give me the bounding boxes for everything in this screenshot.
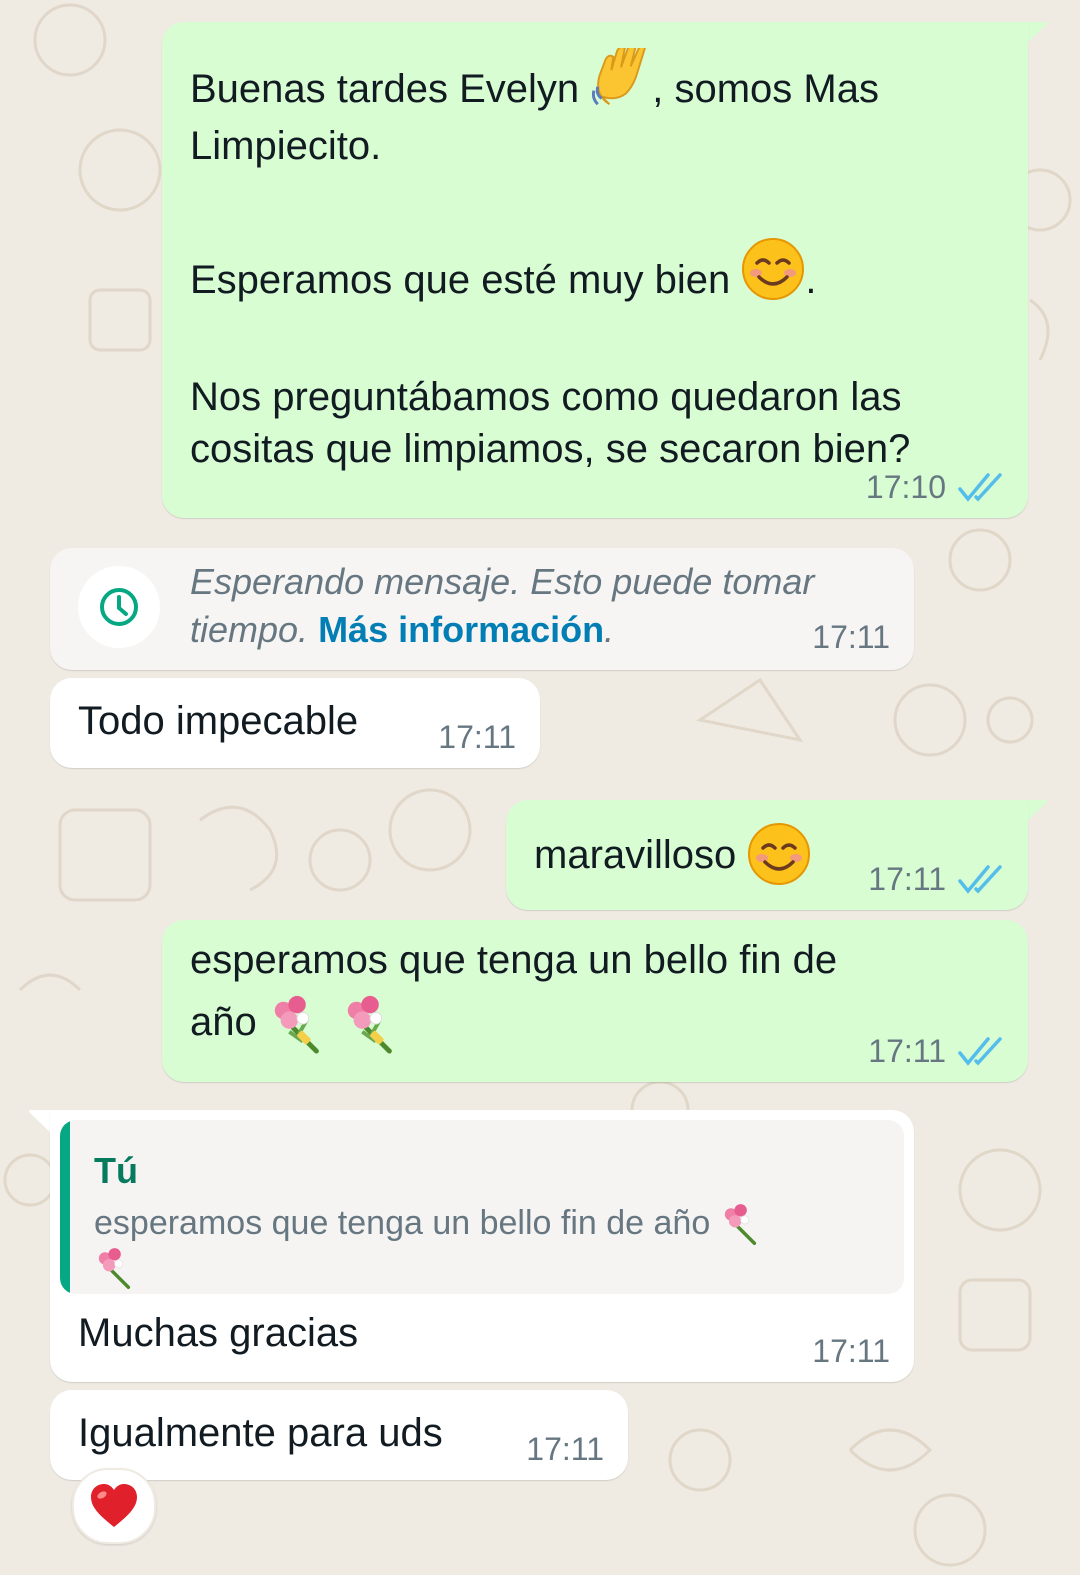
bouquet-emoji bbox=[274, 995, 319, 1054]
message-text: maravilloso bbox=[534, 833, 748, 877]
message-line: Nos preguntábamos como quedaron las bbox=[190, 375, 902, 419]
quoted-message[interactable]: Tú esperamos que tenga un bello fin de a… bbox=[60, 1120, 904, 1294]
reaction-badge[interactable] bbox=[72, 1468, 156, 1544]
heart-icon bbox=[91, 1484, 137, 1527]
message-line: Buenas tardes Evelyn bbox=[190, 67, 591, 111]
incoming-message[interactable]: Igualmente para uds 17:11 bbox=[50, 1390, 628, 1480]
message-time: 17:11 bbox=[812, 1333, 890, 1369]
clock-icon bbox=[100, 588, 138, 626]
incoming-message[interactable]: Todo impecable 17:11 bbox=[50, 678, 540, 768]
quote-author: Tú bbox=[94, 1150, 138, 1191]
more-info-link[interactable]: Más información bbox=[318, 609, 604, 650]
outgoing-message[interactable]: esperamos que tenga un bello fin de año … bbox=[162, 920, 1028, 1082]
message-meta: 17:11 bbox=[812, 1333, 890, 1370]
bouquet-emoji bbox=[98, 1248, 131, 1289]
quote-text: esperamos que tenga un bello fin de año bbox=[94, 1204, 720, 1242]
link-suffix: . bbox=[604, 609, 615, 650]
message-time: 17:11 bbox=[526, 1431, 604, 1467]
message-meta: 17:11 bbox=[526, 1431, 604, 1468]
message-time: 17:11 bbox=[812, 619, 890, 655]
message-meta: 17:11 bbox=[438, 719, 516, 756]
message-meta: 17:11 bbox=[868, 1033, 1004, 1070]
message-time: 17:11 bbox=[868, 861, 946, 897]
waiting-message-notice: Esperando mensaje. Esto puede tomar tiem… bbox=[50, 548, 914, 670]
message-time: 17:10 bbox=[865, 469, 946, 505]
message-time: 17:11 bbox=[868, 1033, 946, 1069]
outgoing-message[interactable]: Buenas tardes Evelyn , somos Mas Limpiec… bbox=[162, 22, 1028, 518]
bouquet-emoji bbox=[724, 1204, 756, 1245]
message-text: Muchas gracias bbox=[78, 1311, 359, 1355]
read-double-check-icon bbox=[958, 864, 1002, 894]
message-line: Limpiecito. bbox=[190, 124, 382, 168]
message-line: esperamos que tenga un bello fin de bbox=[190, 938, 838, 982]
message-line: año bbox=[190, 1000, 268, 1044]
waving-hand-emoji bbox=[592, 48, 647, 106]
clock-icon-circle bbox=[78, 566, 160, 648]
message-text: Todo impecable bbox=[78, 699, 359, 743]
smiling-face-emoji bbox=[748, 823, 811, 885]
message-text: Igualmente para uds bbox=[78, 1411, 443, 1455]
quote-bar bbox=[60, 1120, 70, 1294]
outgoing-message[interactable]: maravilloso 17:11 bbox=[506, 800, 1028, 910]
message-time: 17:11 bbox=[438, 719, 516, 755]
message-line: cositas que limpiamos, se secaron bien? bbox=[190, 427, 911, 471]
message-line: . bbox=[805, 258, 817, 302]
waiting-text-line: tiempo. bbox=[190, 609, 319, 650]
message-meta: 17:10 bbox=[866, 469, 1004, 506]
message-line: Esperamos que esté muy bien bbox=[190, 258, 742, 302]
message-meta: 17:11 bbox=[868, 861, 1004, 898]
message-text: Buenas tardes Evelyn , somos Mas Limpiec… bbox=[190, 48, 1000, 475]
read-double-check-icon bbox=[958, 472, 1002, 502]
read-double-check-icon bbox=[958, 1036, 1002, 1066]
smiling-face-emoji bbox=[742, 238, 805, 300]
waiting-text-line: Esperando mensaje. Esto puede tomar bbox=[190, 561, 815, 602]
bouquet-emoji bbox=[347, 995, 392, 1054]
bubble-tail bbox=[29, 1110, 52, 1134]
message-line: , somos Mas bbox=[652, 67, 879, 111]
incoming-message[interactable]: Tú esperamos que tenga un bello fin de a… bbox=[50, 1110, 914, 1382]
message-meta: 17:11 bbox=[812, 619, 890, 656]
